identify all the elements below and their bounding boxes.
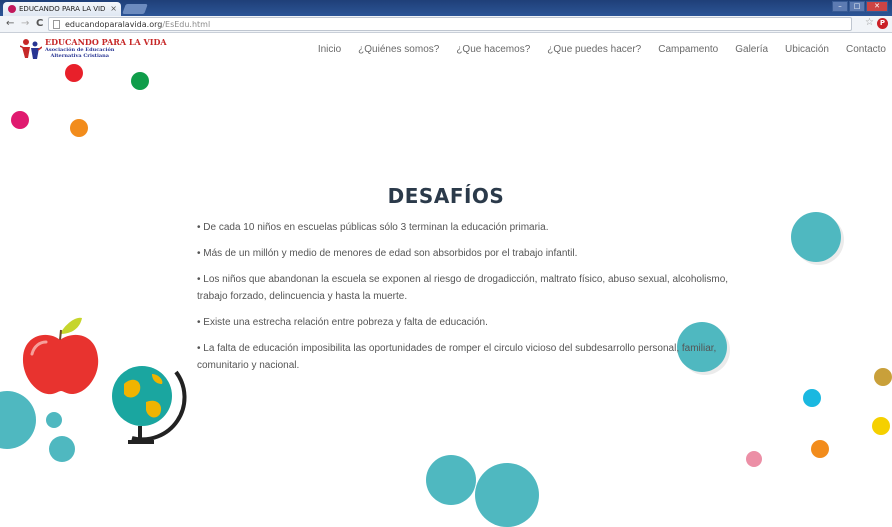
challenges-list: • De cada 10 niños en escuelas públicas … [197,219,732,383]
nav-inicio[interactable]: Inicio [318,44,341,55]
decor-dot-magenta [11,111,29,129]
window-close-button[interactable]: ✕ [866,1,888,12]
favicon-icon [8,5,16,13]
apple-icon [22,317,99,395]
nav-campamento[interactable]: Campamento [658,44,718,55]
decor-dot-orange-small [811,440,829,458]
nav-contacto[interactable]: Contacto [846,44,886,55]
page-icon [53,20,60,29]
url-domain: educandoparalavida.org [65,20,163,29]
main-content: DESAFÍOS • De cada 10 niños en escuelas … [0,64,892,527]
children-logo-icon [20,39,42,59]
challenge-item: • La falta de educación imposibilita las… [197,343,717,371]
decor-dot-teal-bottom [475,463,539,527]
bookmark-star-icon[interactable]: ☆ [865,17,874,28]
challenge-item: • Existe una estrecha relación entre pob… [197,317,488,328]
nav-quienes-somos[interactable]: ¿Quiénes somos? [358,44,439,55]
decor-dot-ochre [874,368,892,386]
site-header: EDUCANDO PARA LA VIDA Asociación de Educ… [0,34,892,66]
reload-button[interactable]: C [36,18,43,29]
decor-dot-cyan [803,389,821,407]
decor-dot-teal-large [791,212,841,262]
decor-dot-yellow [872,417,890,435]
forward-button[interactable]: → [21,18,29,29]
nav-ubicacion[interactable]: Ubicación [785,44,829,55]
browser-toolbar: ← → C educandoparalavida.org/EsEdu.html … [0,16,892,33]
decor-dot-orange [70,119,88,137]
nav-que-puedes-hacer[interactable]: ¿Que puedes hacer? [547,44,641,55]
nav-galeria[interactable]: Galería [735,44,768,55]
decor-dot-teal-small [46,412,62,428]
maximize-button[interactable]: □ [849,1,865,12]
challenge-item: • Los niños que abandonan la escuela se … [197,274,729,302]
nav-que-hacemos[interactable]: ¿Que hacemos? [456,44,530,55]
site-logo[interactable]: EDUCANDO PARA LA VIDA Asociación de Educ… [20,37,167,61]
decor-dot-pink [746,451,762,467]
minimize-button[interactable]: – [832,1,848,12]
window-controls: – □ ✕ [832,1,888,12]
pinterest-icon[interactable]: P [877,18,888,29]
back-button[interactable]: ← [6,18,14,29]
challenge-item: • De cada 10 niños en escuelas públicas … [197,222,549,233]
decor-dot-red [65,64,83,82]
tab-close-icon[interactable]: × [110,4,117,13]
browser-tab[interactable]: EDUCANDO PARA LA VID × [3,2,121,16]
challenge-item: • Más de un millón y medio de menores de… [197,248,578,259]
browser-tab-bar: EDUCANDO PARA LA VID × – □ ✕ [0,0,892,16]
new-tab-button[interactable] [122,4,148,14]
brand-name: EDUCANDO PARA LA VIDA [45,37,167,47]
main-nav: Inicio ¿Quiénes somos? ¿Que hacemos? ¿Qu… [318,44,886,55]
url-path: /EsEdu.html [162,20,211,29]
decor-dot-teal-edge [0,391,36,449]
address-bar[interactable]: educandoparalavida.org/EsEdu.html [48,17,852,31]
decor-dot-green [131,72,149,90]
page-title: DESAFÍOS [387,184,505,208]
brand-subtitle-line: Alternativa Cristiana [50,53,109,59]
decor-dot-teal-small [49,436,75,462]
decor-dot-teal-bottom [426,455,476,505]
brand-subtitle: Asociación de Educación Alternativa Cris… [45,47,114,59]
globe-icon [112,366,187,444]
tab-title: EDUCANDO PARA LA VID [19,5,106,13]
